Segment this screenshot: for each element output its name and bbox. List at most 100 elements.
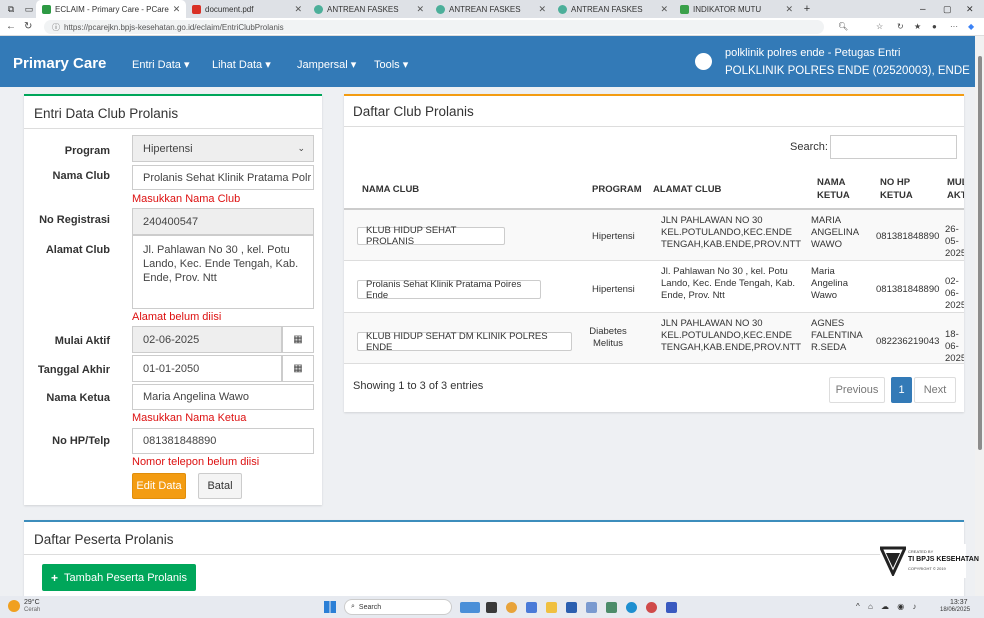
url-text: https://pcarejkn.bpjs-kesehatan.go.id/ec…	[64, 22, 284, 32]
maximize-icon[interactable]: ▢	[943, 4, 952, 15]
no-registrasi-input[interactable]: 240400547	[132, 208, 314, 235]
app-icon[interactable]	[566, 602, 577, 613]
club-name-button[interactable]: KLUB HIDUP SEHAT PROLANIS	[357, 225, 505, 247]
back-icon[interactable]: ←	[6, 21, 16, 32]
divider	[24, 554, 964, 555]
browser-tab-5[interactable]: INDIKATOR MUTU ✕	[674, 0, 799, 18]
minimize-icon[interactable]: –	[920, 4, 926, 15]
nama-ketua-error: Masukkan Nama Ketua	[132, 412, 247, 424]
previous-page-button[interactable]: Previous	[829, 377, 885, 403]
edge-icon[interactable]	[626, 602, 637, 613]
club-list-title: Daftar Club Prolanis	[353, 104, 474, 119]
refresh-alt-icon[interactable]: ↻	[897, 22, 904, 31]
col-header-mulai-aktif[interactable]: MULAI AKTIF	[947, 176, 964, 202]
close-icon[interactable]: ✕	[785, 4, 793, 15]
row-ketua: MARIA ANGELINA WAWO	[811, 215, 859, 250]
no-hp-error: Nomor telepon belum diisi	[132, 456, 260, 468]
tambah-peserta-button[interactable]: + Tambah Peserta Prolanis	[42, 564, 196, 591]
browser-tab-0[interactable]: ECLAIM - Primary Care - PCare ✕	[36, 0, 186, 18]
copilot-icon[interactable]: ◆	[968, 22, 974, 31]
close-icon[interactable]: ✕	[538, 4, 546, 15]
close-icon[interactable]: ✕	[660, 4, 668, 15]
col-header-alamat[interactable]: ALAMAT CLUB	[653, 183, 721, 196]
menu-entri-data[interactable]: Entri Data ▾	[132, 58, 190, 71]
row-divider	[344, 363, 964, 364]
weather-desc: Cerah	[24, 607, 41, 613]
club-name-button[interactable]: KLUB HIDUP SEHAT DM KLINIK POLRES ENDE	[357, 331, 572, 353]
profile-icon[interactable]: ●	[932, 22, 937, 31]
new-tab-icon[interactable]: +	[799, 3, 815, 15]
menu-jampersal[interactable]: Jampersal ▾	[297, 58, 356, 71]
row-program: Diabetes Melitus	[589, 326, 627, 349]
club-name-button[interactable]: Prolanis Sehat Klinik Pratama Poires End…	[357, 279, 541, 301]
user-name[interactable]: polklinik polres ende - Petugas Entri	[725, 47, 900, 59]
tanggal-akhir-value: 01-01-2050	[143, 362, 200, 375]
antrean-favicon	[558, 4, 567, 14]
window-icon[interactable]: ⧉	[0, 4, 22, 15]
user-avatar-icon[interactable]	[695, 53, 712, 70]
browser-tab-2[interactable]: ANTREAN FASKES ✕	[308, 0, 430, 18]
row-hp: 082236219043	[876, 336, 940, 347]
col-header-program[interactable]: PROGRAM	[592, 183, 642, 196]
alamat-textarea[interactable]: Jl. Pahlawan No 30 , kel. Potu Lando, Ke…	[132, 235, 314, 309]
favorite-icon[interactable]: ☆	[876, 22, 883, 31]
no-hp-input[interactable]: 081381848890	[132, 428, 314, 454]
more-icon[interactable]: ···	[950, 22, 958, 31]
app-icon[interactable]	[646, 602, 657, 613]
close-icon[interactable]: ✕	[173, 4, 181, 15]
app-icon[interactable]	[666, 602, 677, 613]
menu-tools[interactable]: Tools ▾	[374, 58, 408, 71]
mulai-calendar-button[interactable]: ▦	[282, 326, 314, 353]
col-header-nama-ketua[interactable]: NAMA KETUA	[817, 176, 857, 202]
windows-start-icon[interactable]	[324, 601, 336, 613]
pdf-favicon	[192, 4, 201, 14]
app-icon[interactable]	[606, 602, 617, 613]
search-label: Search:	[790, 141, 828, 153]
zoom-icon[interactable]: 🔍︎	[838, 22, 848, 31]
weather-temp[interactable]: 29°C	[24, 599, 40, 606]
row-program: Hipertensi	[592, 284, 635, 295]
tab-label: ANTREAN FASKES	[327, 4, 399, 14]
scrollbar-thumb[interactable]	[978, 56, 982, 450]
browser-tab-3[interactable]: ANTREAN FASKES ✕	[430, 0, 552, 18]
tab-actions-icon[interactable]: ▭	[22, 4, 36, 15]
browser-tab-4[interactable]: ANTREAN FASKES ✕	[552, 0, 674, 18]
search-input[interactable]	[830, 135, 957, 159]
app-icon[interactable]	[486, 602, 497, 613]
edit-data-button[interactable]: Edit Data	[132, 473, 186, 499]
favorites-icon[interactable]: ★	[914, 22, 921, 31]
brand-logo[interactable]: Primary Care	[13, 55, 106, 72]
divider	[24, 128, 322, 129]
program-select[interactable]: Hipertensi ⌄	[132, 135, 314, 162]
tanggal-akhir-input[interactable]: 01-01-2050	[132, 355, 282, 382]
clock-time[interactable]: 13:37	[950, 599, 968, 606]
close-window-icon[interactable]: ✕	[966, 4, 974, 15]
widgets-icon[interactable]	[460, 602, 480, 613]
app-icon[interactable]	[586, 602, 597, 613]
lock-icon: ⓘ	[52, 22, 60, 32]
batal-button[interactable]: Batal	[198, 473, 242, 499]
akhir-calendar-button[interactable]: ▦	[282, 355, 314, 382]
peserta-panel: Daftar Peserta Prolanis + Tambah Peserta…	[24, 520, 964, 600]
page-1-button[interactable]: 1	[891, 377, 912, 403]
app-icon[interactable]	[526, 602, 537, 613]
file-explorer-icon[interactable]	[546, 602, 557, 613]
nama-ketua-input[interactable]: Maria Angelina Wawo	[132, 384, 314, 410]
col-header-no-hp[interactable]: NO HP KETUA	[880, 176, 924, 202]
chrome-icon[interactable]	[506, 602, 517, 613]
close-icon[interactable]: ✕	[416, 4, 424, 15]
chevron-down-icon: ⌄	[297, 143, 305, 153]
weather-icon[interactable]	[8, 600, 20, 612]
next-page-button[interactable]: Next	[914, 377, 956, 403]
menu-lihat-data[interactable]: Lihat Data ▾	[212, 58, 271, 71]
browser-tab-1[interactable]: document.pdf ✕	[186, 0, 308, 18]
reload-icon[interactable]: ↻	[24, 21, 32, 32]
mulai-aktif-input[interactable]: 02-06-2025	[132, 326, 282, 353]
row-ketua: AGNES FALENTINA R.SEDA	[811, 318, 863, 353]
col-header-nama-club[interactable]: NAMA CLUB	[362, 183, 419, 196]
url-field[interactable]: ⓘ https://pcarejkn.bpjs-kesehatan.go.id/…	[44, 20, 824, 34]
close-icon[interactable]: ✕	[294, 4, 302, 15]
nama-club-input[interactable]: Prolanis Sehat Klinik Pratama Polr	[132, 165, 314, 190]
tray-icons[interactable]: ^ ⌂ ☁ ◉ ♪	[856, 602, 919, 611]
taskbar-search[interactable]: ⌕ Search	[344, 599, 452, 615]
